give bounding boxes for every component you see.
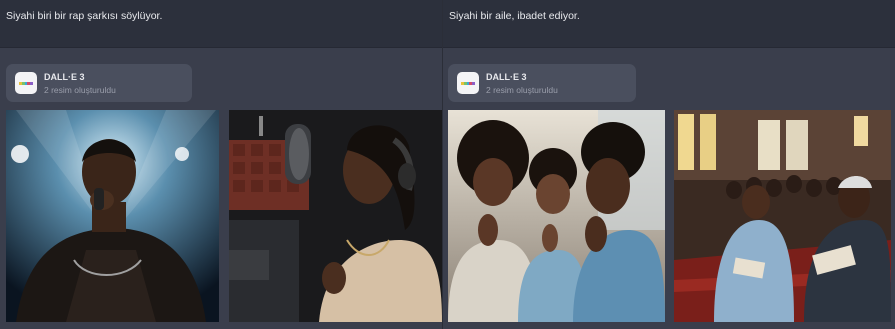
conversation-panel-right: Siyahi bir aile, ibadet ediyor. DALL·E 3…: [442, 0, 895, 329]
dalle-logo-icon: [15, 72, 37, 94]
plugin-name: DALL·E 3: [44, 72, 85, 82]
rapper-with-microphone-image[interactable]: [6, 110, 219, 322]
dalle-plugin-card[interactable]: DALL·E 3 2 resim oluşturuldu: [6, 64, 192, 102]
family-praying-image[interactable]: [448, 110, 665, 322]
conversation-panel-left: Siyahi biri bir rap şarkısı söylüyor. DA…: [0, 0, 442, 329]
user-prompt-bar: Siyahi bir aile, ibadet ediyor.: [443, 0, 895, 48]
church-congregation-image[interactable]: [674, 110, 891, 322]
user-prompt-bar: Siyahi biri bir rap şarkısı söylüyor.: [0, 0, 442, 48]
plugin-status: 2 resim oluşturuldu: [44, 85, 116, 95]
dalle-plugin-card[interactable]: DALL·E 3 2 resim oluşturuldu: [448, 64, 636, 102]
user-prompt-text: Siyahi biri bir rap şarkısı söylüyor.: [6, 10, 163, 22]
plugin-name: DALL·E 3: [486, 72, 527, 82]
singer-in-studio-image[interactable]: [229, 110, 442, 322]
dalle-logo-icon: [457, 72, 479, 94]
user-prompt-text: Siyahi bir aile, ibadet ediyor.: [449, 10, 580, 22]
plugin-status: 2 resim oluşturuldu: [486, 85, 558, 95]
